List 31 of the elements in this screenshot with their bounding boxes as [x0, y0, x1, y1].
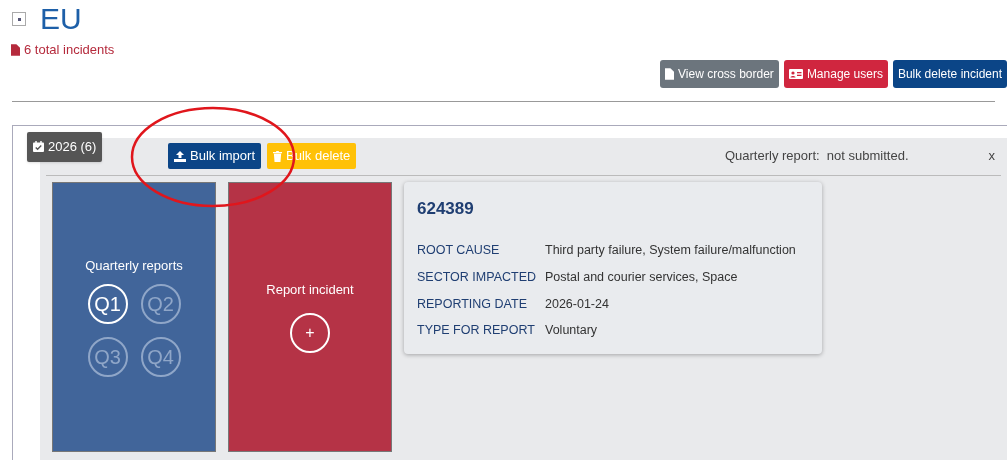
field-value: Postal and courier services, Space: [545, 268, 739, 286]
incident-card[interactable]: 624389 ROOT CAUSE Third party failure, System failure/malfunction SECTOR IMPACTED Postal and courier services, Space REPORTING DATE 2026-01-24 TYPE FOR REPORT Voluntary: [404, 181, 822, 354]
id-card-icon: [788, 68, 803, 79]
report-incident-card[interactable]: Report incident +: [228, 181, 392, 452]
page-title: EU: [40, 4, 82, 34]
quarter-button[interactable]: Q1: [87, 283, 128, 324]
action-button[interactable]: Manage users: [783, 59, 888, 88]
field-label: REPORTING DATE: [417, 295, 528, 313]
quarterly-status: Quarterly report: not submitted.: [724, 147, 909, 166]
close-icon[interactable]: x: [988, 146, 995, 166]
action-button[interactable]: Bulk delete incident: [892, 59, 1007, 88]
upload-icon: [174, 150, 186, 162]
file-icon: [11, 43, 20, 56]
year-badge[interactable]: 2026 (6): [27, 131, 103, 162]
incident-count: 6 total incidents: [24, 41, 115, 59]
card-title: Quarterly reports: [85, 257, 183, 276]
calendar-check-icon: [33, 141, 44, 152]
bulk-import-button[interactable]: Bulk import: [168, 143, 262, 169]
field-label: TYPE FOR REPORT: [417, 322, 536, 340]
field-value: Voluntary: [545, 322, 599, 340]
field-value: 2026-01-24: [545, 295, 610, 313]
field-label: ROOT CAUSE: [417, 242, 501, 259]
add-button[interactable]: +: [290, 313, 330, 354]
field-label: SECTOR IMPACTED: [417, 268, 537, 286]
file-icon: [665, 67, 675, 80]
card-title: Report incident: [266, 280, 354, 299]
action-button[interactable]: View cross border: [660, 59, 779, 88]
incident-id: 624389: [417, 197, 475, 220]
expand-toggle[interactable]: [12, 12, 26, 26]
field-value: Third party failure, System failure/malfunction: [545, 242, 797, 259]
trash-icon: [273, 150, 283, 162]
